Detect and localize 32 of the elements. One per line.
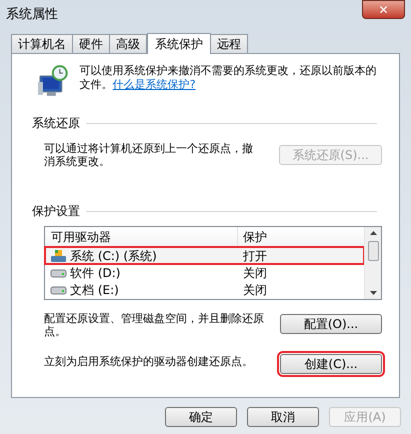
tab[interactable]: 计算机名 bbox=[11, 34, 73, 53]
drive-name: 软件 (D:) bbox=[70, 264, 120, 282]
system-drive-icon bbox=[50, 248, 67, 262]
description-text: 可以通过将计算机还原到上一个还原点，撤消系统更改。 bbox=[44, 142, 254, 168]
dialog-button[interactable]: 取消 bbox=[247, 407, 319, 427]
scroll-thumb[interactable] bbox=[368, 241, 378, 261]
dialog-button[interactable]: 确定 bbox=[165, 407, 237, 427]
drive-icon bbox=[50, 268, 67, 278]
protection-status: 关闭 bbox=[242, 264, 267, 282]
drive-row[interactable]: 文档 (E:) 关闭 bbox=[45, 281, 364, 298]
tab[interactable]: 硬件 bbox=[72, 34, 110, 53]
window-title: 系统属性 bbox=[6, 6, 58, 24]
help-link[interactable]: 什么是系统保护? bbox=[112, 78, 196, 91]
description-text: 可以使用系统保护来撤消不需要的系统更改，还原以前版本的文件。什么是系统保护? bbox=[80, 64, 377, 93]
section-heading: 系统还原 bbox=[32, 115, 80, 132]
create-button[interactable]: 创建(C)... bbox=[280, 354, 382, 374]
configure-button[interactable]: 配置(O)... bbox=[280, 314, 382, 334]
tab[interactable]: 高级 bbox=[109, 34, 147, 53]
protection-status: 打开 bbox=[242, 248, 267, 264]
drive-name: 系统 (C:) (系统) bbox=[70, 248, 157, 264]
drive-row[interactable]: 系统 (C:) (系统) 打开 bbox=[45, 247, 364, 264]
drive-row[interactable]: 软件 (D:) 关闭 bbox=[45, 264, 364, 281]
description-text: 配置还原设置、管理磁盘空间，并且删除还原点。 bbox=[44, 312, 265, 338]
tab[interactable]: 远程 bbox=[210, 34, 248, 53]
computer-restore-icon bbox=[36, 64, 70, 98]
section-heading: 保护设置 bbox=[32, 203, 80, 220]
tab[interactable]: 系统保护 bbox=[147, 33, 211, 54]
protection-status: 关闭 bbox=[242, 282, 267, 298]
drive-name: 文档 (E:) bbox=[70, 282, 119, 298]
description-text: 立刻为启用系统保护的驱动器创建还原点。 bbox=[44, 355, 254, 368]
drive-icon bbox=[50, 284, 67, 294]
column-header[interactable]: 保护 bbox=[238, 228, 364, 246]
